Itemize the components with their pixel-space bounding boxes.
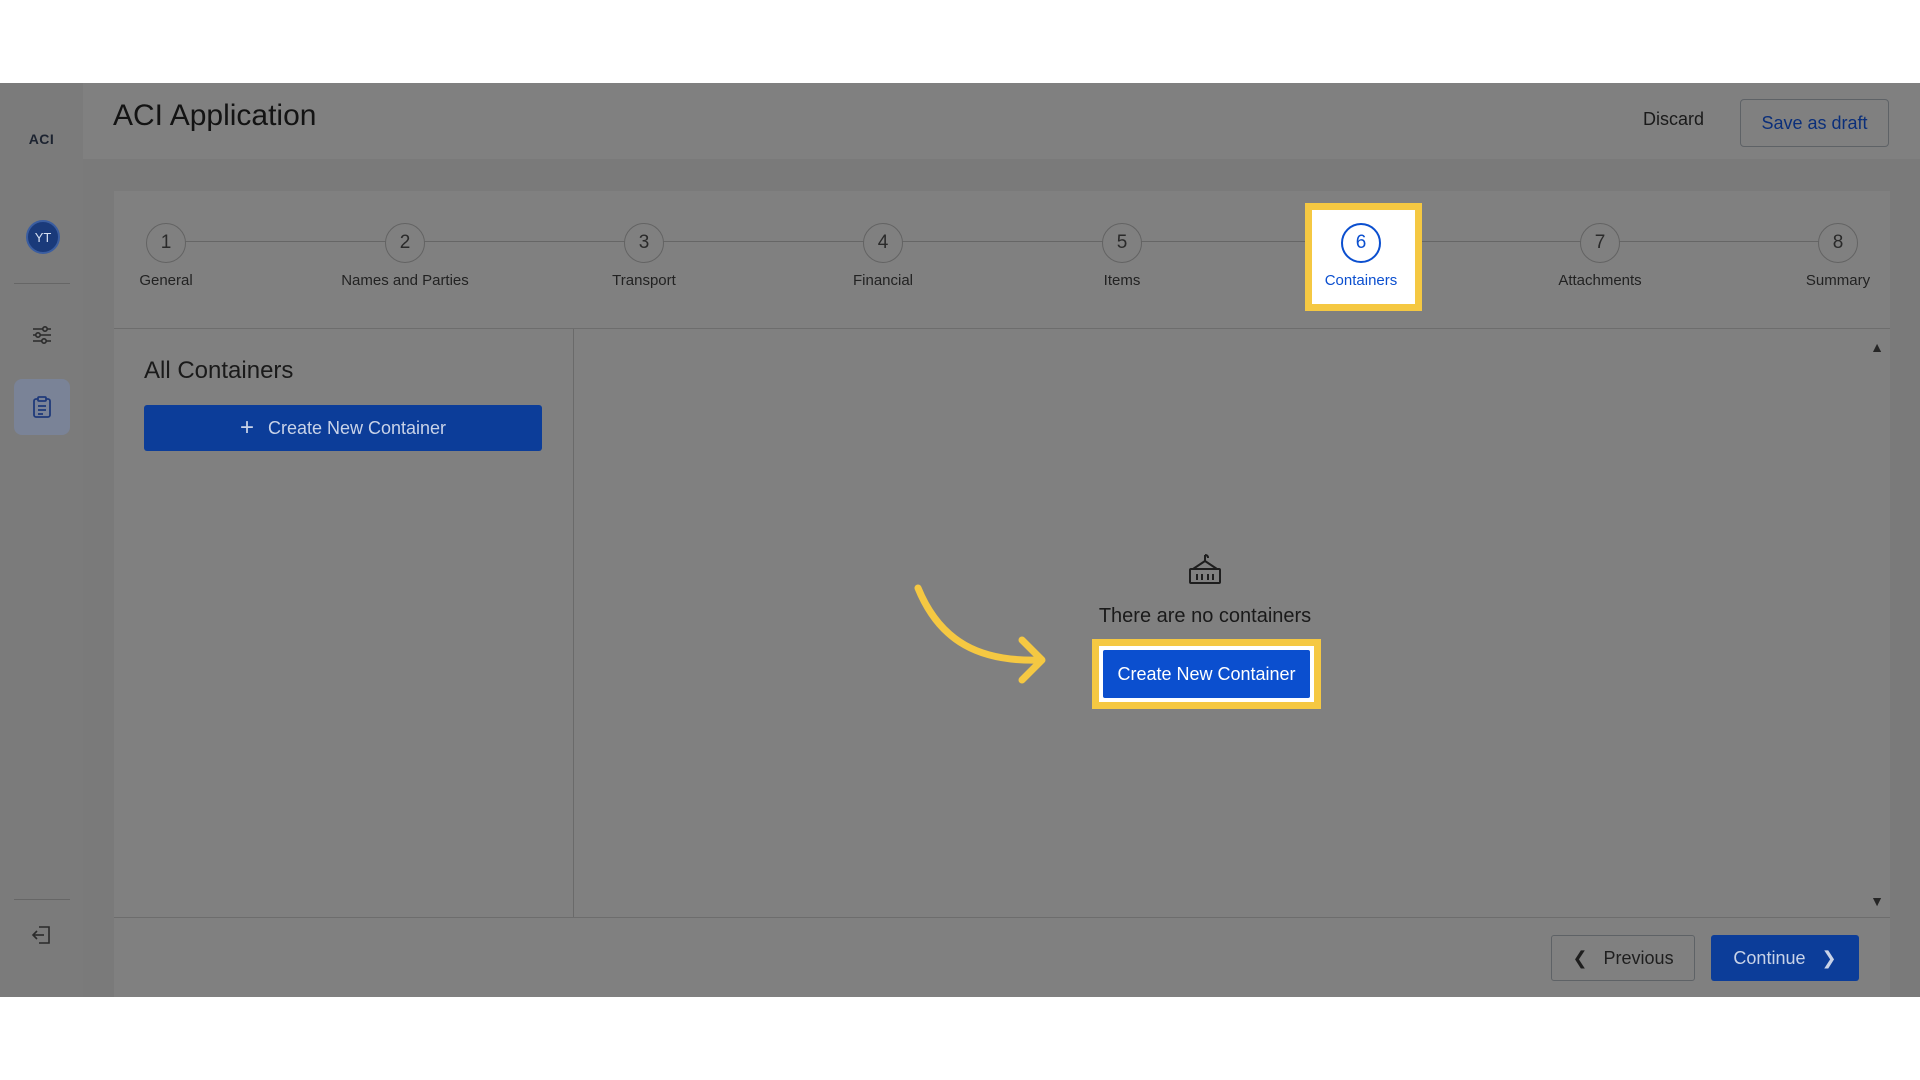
all-containers-title: All Containers xyxy=(144,357,294,384)
chevron-left-icon: ❮ xyxy=(1572,947,1588,968)
top-white-band xyxy=(0,0,1920,83)
step-label: Financial xyxy=(852,272,914,289)
page-header: ACI Application Discard Save as draft xyxy=(83,83,1920,159)
sidebar-divider xyxy=(14,899,70,900)
button-label: Create New Container xyxy=(267,417,447,438)
button-label: Previous xyxy=(1603,947,1674,968)
step-general[interactable]: 1 General xyxy=(86,223,246,289)
step-number: 8 xyxy=(1818,223,1858,263)
step-number: 7 xyxy=(1580,223,1620,263)
form-footer: ❮ Previous Continue ❯ xyxy=(114,917,1890,997)
step-items[interactable]: 5 Items xyxy=(1042,223,1202,289)
step-label: Items xyxy=(1103,272,1141,289)
step-transport[interactable]: 3 Transport xyxy=(564,223,724,289)
pointer-arrow-icon xyxy=(914,584,1046,684)
container-detail-panel: ▲ ▼ There are no containers Create New C… xyxy=(575,329,1890,917)
save-as-draft-button[interactable]: Save as draft xyxy=(1740,99,1889,147)
step-attachments[interactable]: 7 Attachments xyxy=(1520,223,1680,289)
step-number: 1 xyxy=(146,223,186,263)
step-number: 4 xyxy=(863,223,903,263)
step-label: Summary xyxy=(1805,272,1871,289)
container-icon xyxy=(1189,554,1221,584)
step-number: 5 xyxy=(1102,223,1142,263)
app-window: ACI YT ACI Application Discard Save as d… xyxy=(0,83,1920,997)
sidebar-divider xyxy=(14,283,70,284)
scroll-down-icon[interactable]: ▼ xyxy=(1870,893,1884,909)
plus-icon: + xyxy=(239,414,254,441)
step-financial[interactable]: 4 Financial xyxy=(803,223,963,289)
sliders-icon[interactable] xyxy=(14,307,70,363)
app-logo: ACI xyxy=(28,131,55,147)
continue-button[interactable]: Continue ❯ xyxy=(1711,935,1859,981)
stepper: 1 General 2 Names and Parties 3 Transpor… xyxy=(114,191,1890,329)
chevron-right-icon: ❯ xyxy=(1821,947,1837,968)
form-card: 1 General 2 Names and Parties 3 Transpor… xyxy=(114,191,1890,997)
step-label: General xyxy=(139,272,193,289)
user-avatar[interactable]: YT xyxy=(26,220,60,254)
clipboard-icon[interactable] xyxy=(14,379,70,435)
previous-button[interactable]: ❮ Previous xyxy=(1551,935,1695,981)
step-label: Transport xyxy=(612,272,676,289)
step-names-and-parties[interactable]: 2 Names and Parties xyxy=(325,223,485,289)
step-label: Attachments xyxy=(1558,272,1642,289)
step-number: 6 xyxy=(1341,223,1381,263)
step-label: Containers xyxy=(1324,272,1398,289)
step-containers[interactable]: 6 Containers xyxy=(1281,223,1441,289)
empty-create-container-button[interactable]: Create New Container xyxy=(1103,650,1310,698)
scroll-up-icon[interactable]: ▲ xyxy=(1870,339,1884,355)
create-new-container-button[interactable]: + Create New Container xyxy=(144,405,542,451)
logout-icon[interactable] xyxy=(14,907,70,963)
step-number: 2 xyxy=(385,223,425,263)
page-title: ACI Application xyxy=(113,99,317,132)
discard-button[interactable]: Discard xyxy=(1643,109,1704,130)
empty-state-message: There are no containers xyxy=(1098,605,1312,627)
bottom-white-band xyxy=(0,997,1920,1080)
step-number: 3 xyxy=(624,223,664,263)
step-label: Names and Parties xyxy=(341,272,469,289)
sidebar: ACI YT xyxy=(0,83,83,997)
step-summary[interactable]: 8 Summary xyxy=(1758,223,1918,289)
button-label: Continue xyxy=(1733,947,1806,968)
containers-list-panel: All Containers + Create New Container xyxy=(114,329,574,917)
